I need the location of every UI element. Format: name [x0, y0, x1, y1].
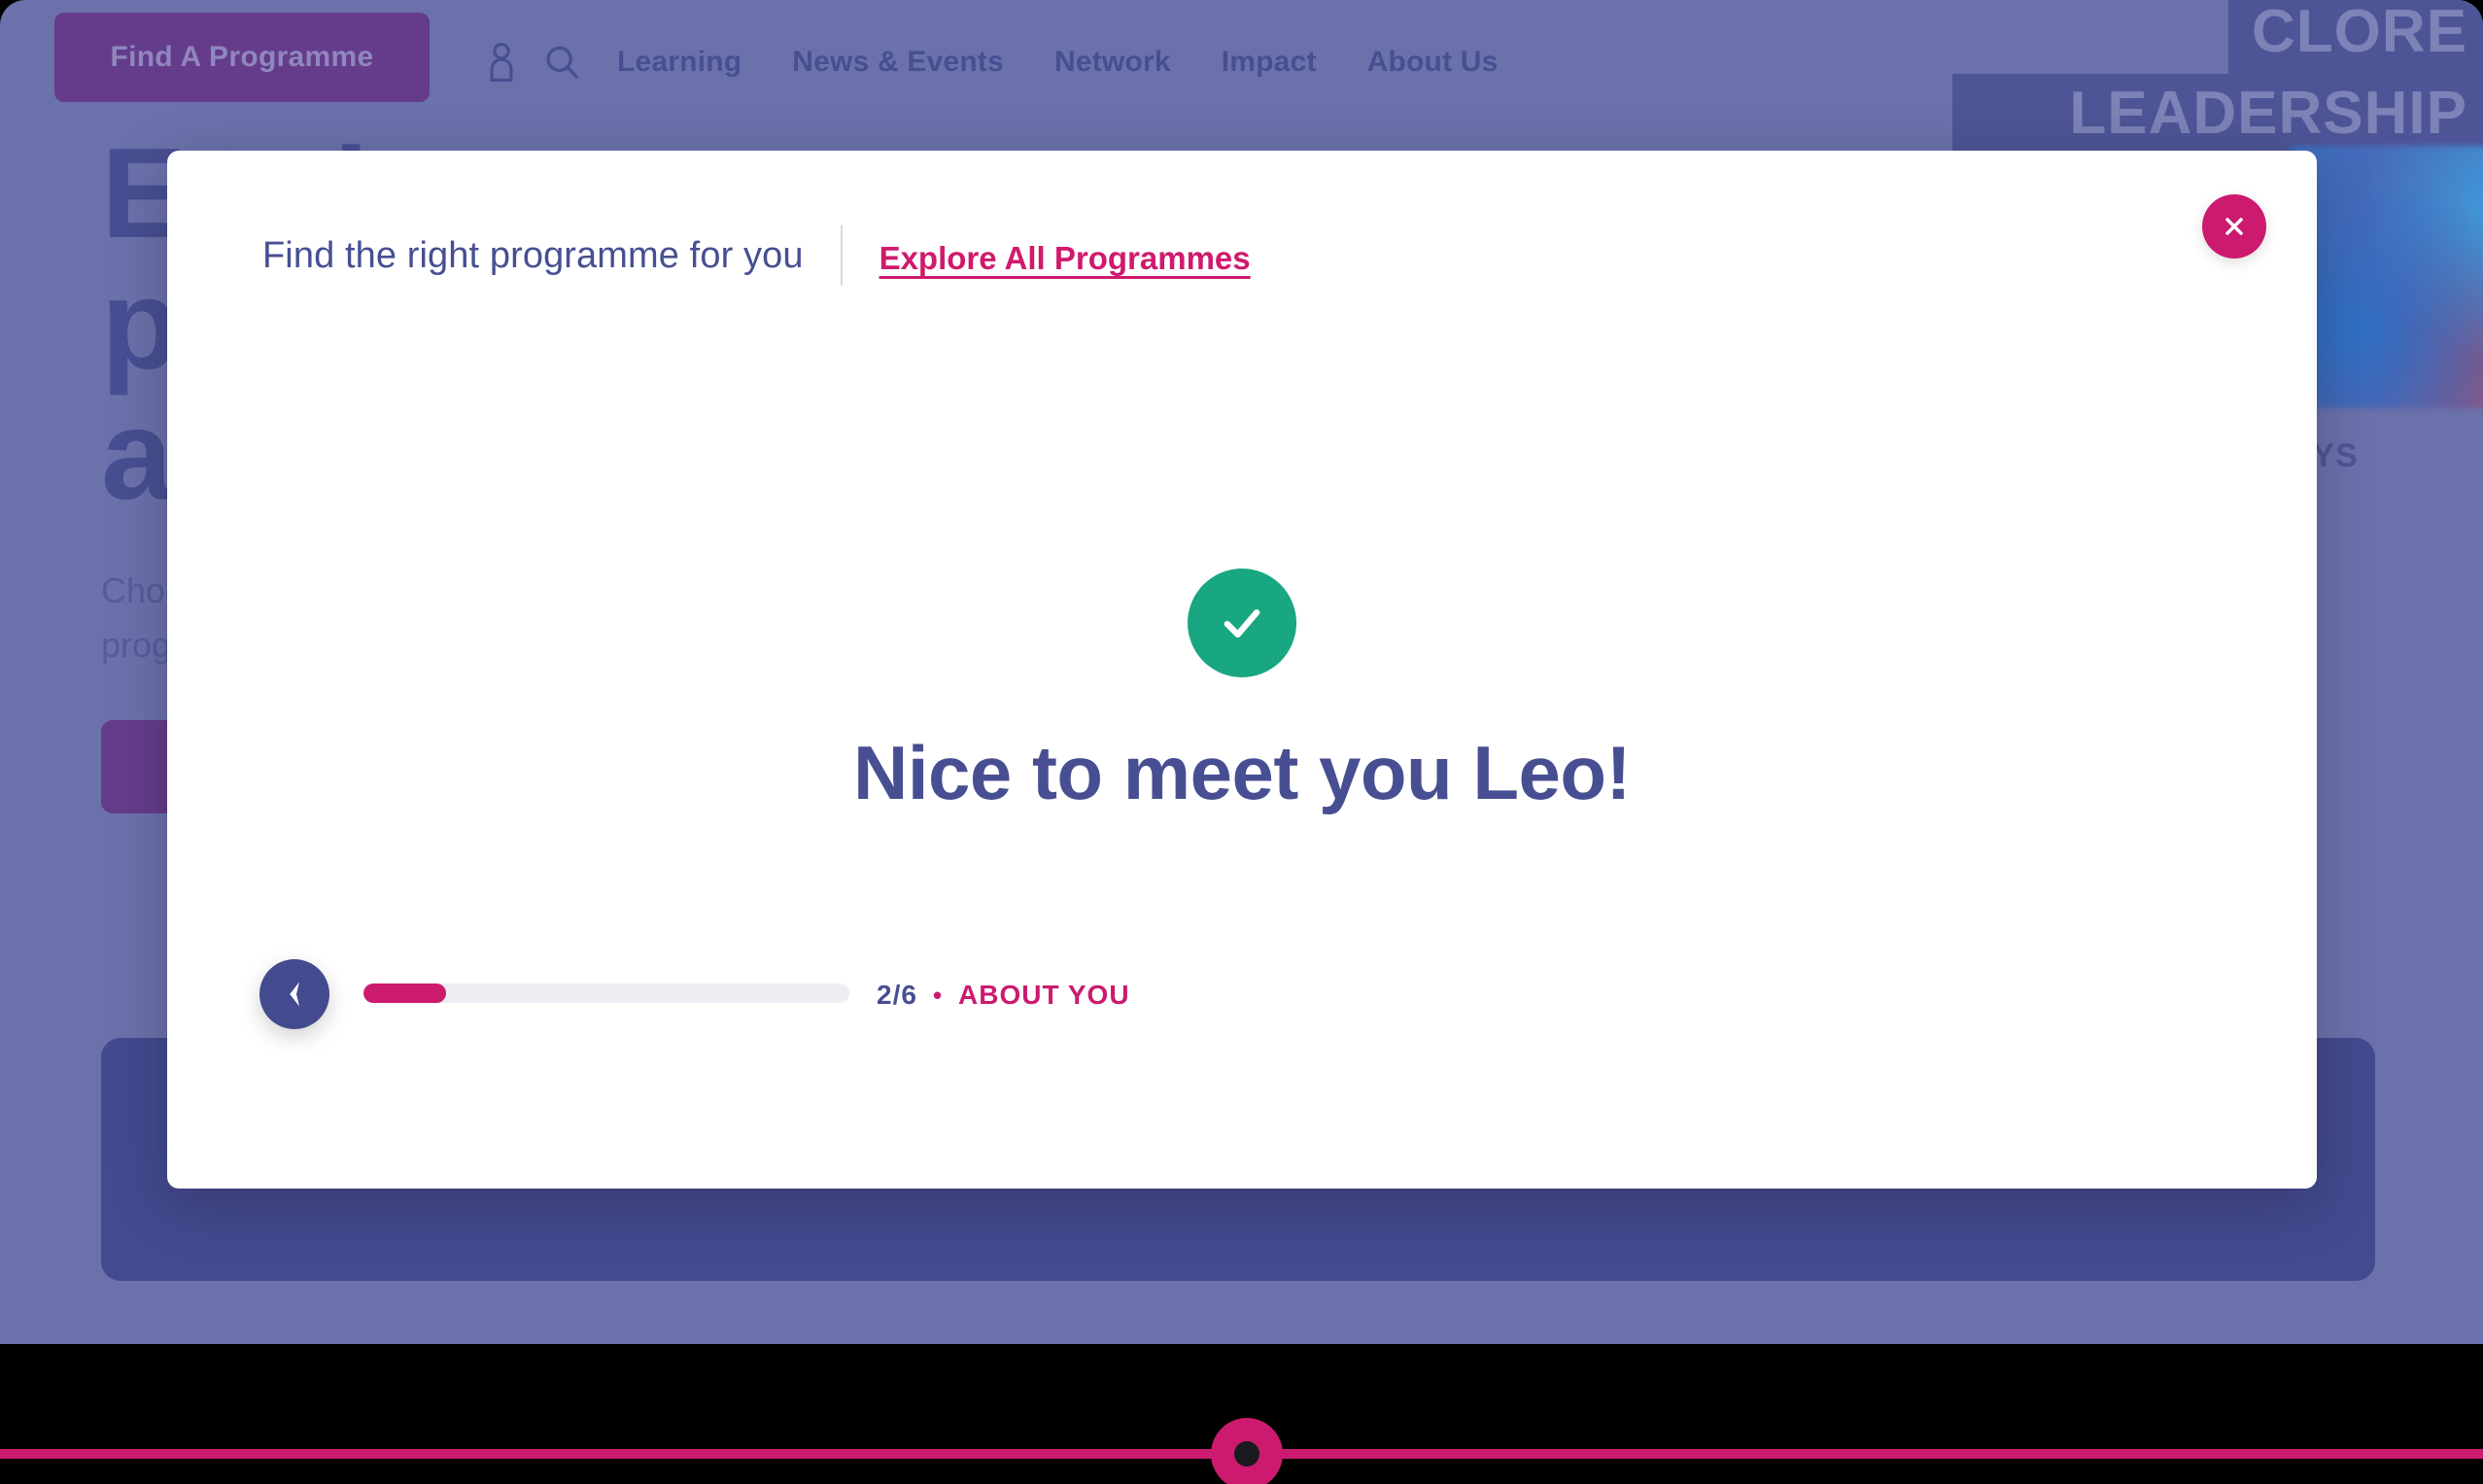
search-icon[interactable]	[532, 40, 592, 85]
screen: Find A Programme Learning News & Events	[0, 0, 2483, 1484]
logo-line-clore: CLORE	[2228, 0, 2483, 74]
scroll-indicator-icon[interactable]	[1211, 1418, 1283, 1484]
step-indicator: 2/6 • ABOUT YOU	[877, 980, 1130, 1011]
progress-bar-fill	[363, 984, 446, 1003]
featured-card-label: AYS	[2291, 437, 2359, 474]
chevron-left-icon	[290, 982, 299, 1007]
main-navigation: Learning News & Events Network Impact Ab…	[471, 33, 1524, 91]
close-button[interactable]	[2202, 194, 2266, 259]
bottom-bar	[0, 1344, 2483, 1484]
find-a-programme-button[interactable]: Find A Programme	[54, 13, 430, 102]
site-header: Find A Programme Learning News & Events	[0, 0, 2483, 155]
clore-leadership-logo[interactable]: CLORE LEADERSHIP	[1952, 0, 2483, 155]
featured-card[interactable]: AYS	[2291, 146, 2483, 475]
person-icon[interactable]	[471, 40, 532, 85]
check-icon	[1224, 609, 1260, 638]
nav-link-news-events[interactable]: News & Events	[767, 46, 1029, 79]
nav-link-impact[interactable]: Impact	[1196, 46, 1342, 79]
header-divider	[840, 225, 843, 286]
nav-link-about-us[interactable]: About Us	[1342, 46, 1524, 79]
programme-finder-modal: Find the right programme for you Explore…	[167, 151, 2317, 1189]
modal-title: Find the right programme for you	[262, 234, 804, 276]
featured-card-thumbnail	[2291, 146, 2483, 408]
nav-link-learning[interactable]: Learning	[592, 46, 767, 79]
close-icon	[2225, 218, 2243, 235]
modal-header: Find the right programme for you Explore…	[262, 225, 1251, 286]
nav-link-network[interactable]: Network	[1029, 46, 1196, 79]
progress-bar[interactable]	[363, 984, 849, 1003]
step-count: 2/6	[877, 980, 917, 1010]
explore-all-programmes-link[interactable]: Explore All Programmes	[879, 240, 1251, 277]
back-button[interactable]	[259, 959, 329, 1029]
modal-footer: 2/6 • ABOUT YOU	[167, 926, 2317, 1189]
success-badge	[1188, 569, 1296, 677]
logo-line-leadership: LEADERSHIP	[1952, 74, 2483, 155]
step-label: ABOUT YOU	[958, 980, 1130, 1010]
confirmation-heading: Nice to meet you Leo!	[853, 730, 1631, 815]
step-separator: •	[932, 980, 944, 1010]
modal-body: Nice to meet you Leo!	[167, 569, 2317, 817]
